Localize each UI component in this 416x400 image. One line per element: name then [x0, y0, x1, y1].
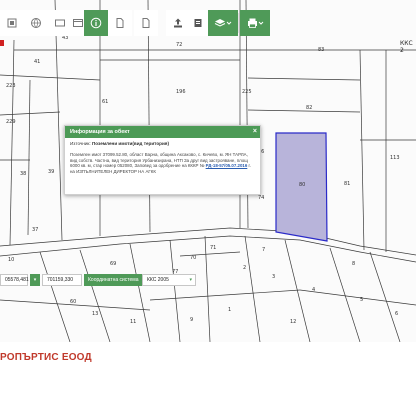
popup-description: Поземлен имот 37099.52.80, област Варна,… [70, 152, 255, 174]
close-icon[interactable]: × [253, 126, 257, 138]
coordinate-system-label: Координатна система [84, 274, 142, 286]
info-icon [90, 17, 102, 29]
parcel-number: 71 [210, 245, 217, 251]
popup-header: Информация за обект × [65, 126, 260, 138]
parcel-number: 83 [318, 47, 325, 53]
parcel-number: 6 [395, 311, 399, 317]
info-tool-button[interactable] [84, 10, 108, 36]
chevron-down-icon: ▾ [189, 277, 192, 283]
object-info-popup: Информация за обект × Източник: Поземлен… [64, 125, 261, 195]
y-coordinate-field[interactable]: 701159,330 [42, 274, 82, 286]
parcel-number: 61 [102, 99, 109, 105]
parcel-number: 4 [312, 287, 316, 293]
parcel-number: 2 [243, 265, 247, 271]
popup-source: Източник: Поземлени имоти(вид територия) [70, 141, 260, 146]
globe-tool-button[interactable] [24, 10, 48, 36]
parcel-number: 38 [20, 171, 27, 177]
document-icon [142, 18, 150, 28]
parcel-number: 43 [62, 35, 69, 41]
coordinate-divider: ▾ [30, 274, 40, 286]
parcel-number: 196 [176, 89, 186, 95]
window-icon [73, 19, 83, 27]
document2-tool-button[interactable] [134, 10, 158, 36]
parcel-number: 113 [390, 155, 400, 161]
order-link[interactable]: РД-18-57/05.07.2016 [206, 163, 248, 168]
parcel-number: 9 [190, 317, 194, 323]
layers-dropdown-button[interactable] [208, 10, 238, 36]
parcel-number: 13 [92, 311, 99, 317]
coordinates-bar: 05578,481 ▾ 701159,330 Координатна систе… [0, 274, 196, 286]
coordinate-system-select[interactable]: ККС 2005 ▾ [142, 274, 196, 286]
parcel-number: 74 [258, 195, 265, 201]
map-toolbar [0, 10, 270, 36]
rectangle-icon [55, 19, 65, 27]
parcel-number: 72 [176, 42, 183, 48]
layers-dropdown-icon [214, 19, 232, 27]
parcel-number: 80 [299, 182, 306, 188]
identify-tool-button[interactable] [186, 10, 210, 36]
parcel-number: 8 [352, 261, 356, 267]
parcel-number: 10 [8, 257, 15, 263]
parcel-number: 223 [6, 83, 16, 89]
parcel-number: 69 [110, 261, 117, 267]
coordinate-system-value: ККС 2005 [147, 277, 169, 283]
parcel-number: 81 [344, 181, 351, 187]
document-icon [116, 18, 124, 28]
document-tool-button[interactable] [108, 10, 132, 36]
parcel-number: 39 [48, 169, 55, 175]
order-prefix: Заповед за одобрение на КККР № [134, 163, 205, 169]
layers-icon [7, 18, 17, 28]
parcel-number: 70 [190, 255, 197, 261]
parcel-number: 225 [242, 89, 252, 95]
x-coordinate-field[interactable]: 05578,481 [0, 274, 29, 286]
parcel-number: 1 [228, 307, 232, 313]
parcel-number: 60 [70, 299, 77, 305]
kks-label: ККС 2 [400, 40, 413, 54]
parcel-number: 3 [272, 274, 276, 280]
parcel-number: 229 [6, 119, 16, 125]
popup-title: Информация за обект [70, 129, 130, 135]
parcel-number: 11 [130, 319, 137, 325]
source-value: Поземлени имоти(вид територия) [91, 141, 170, 146]
parcel-number: 5 [360, 297, 364, 303]
parcel-number: 82 [306, 105, 313, 111]
company-name: РОПЪРТИС ЕООД [0, 352, 92, 363]
parcel-number: 37 [32, 227, 39, 233]
print-dropdown-button[interactable] [240, 10, 270, 36]
export-icon [174, 18, 182, 28]
print-icon [248, 18, 264, 28]
identify-icon [194, 19, 202, 27]
source-label: Източник: [70, 141, 91, 146]
parcel-number: 41 [34, 59, 41, 65]
parcel-number: 12 [290, 319, 297, 325]
parcel-number: 7 [262, 247, 266, 253]
globe-icon [31, 18, 41, 28]
layers-tool-button[interactable] [0, 10, 24, 36]
